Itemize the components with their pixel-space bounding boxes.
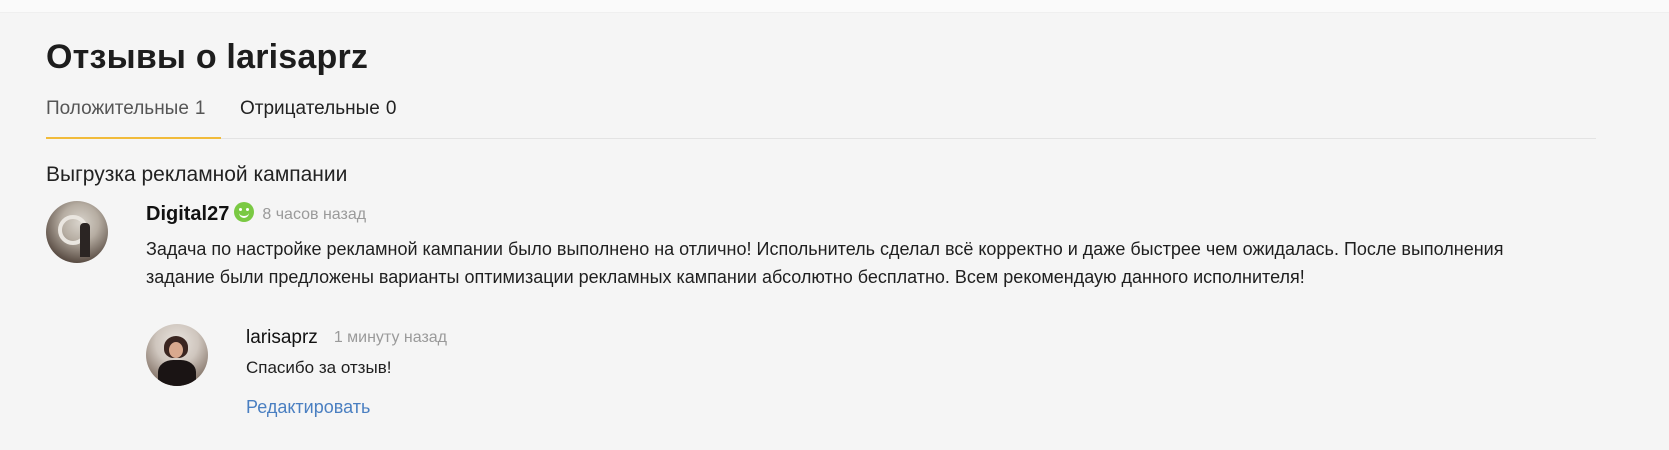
tab-positive-label: Положительные [46, 98, 189, 119]
reply-header: larisaprz 1 минуту назад [246, 327, 447, 351]
avatar-face-shape [169, 342, 183, 358]
review-header: Digital27 8 часов назад [146, 201, 367, 229]
tab-positive[interactable]: Положительные 1 [46, 98, 221, 139]
project-title: Выгрузка рекламной кампании [46, 163, 348, 186]
review-time: 8 часов назад [262, 205, 367, 223]
reply-time: 1 минуту назад [333, 329, 448, 346]
edit-reply-link[interactable]: Редактировать [246, 397, 370, 418]
reviewer-avatar[interactable] [46, 201, 108, 263]
reply-author-name[interactable]: larisaprz [246, 327, 318, 348]
avatar-person-shape [80, 223, 90, 257]
smile-icon [234, 201, 255, 222]
avatar-body-shape [158, 360, 196, 386]
reply-text: Спасибо за отзыв! [246, 358, 392, 377]
tab-negative[interactable]: Отрицательные 0 [240, 98, 396, 138]
tab-negative-count: 0 [385, 98, 397, 119]
reviewer-name[interactable]: Digital27 [146, 203, 229, 225]
tab-positive-count: 1 [194, 98, 206, 119]
reply-avatar[interactable] [146, 324, 208, 386]
page-title: Отзывы о larisaprz [46, 38, 369, 76]
top-bar [0, 0, 1669, 13]
review-tabs: Положительные 1 Отрицательные 0 [46, 98, 1596, 139]
review-text: Задача по настройке рекламной кампании б… [146, 239, 1504, 287]
tab-negative-label: Отрицательные [240, 98, 380, 119]
